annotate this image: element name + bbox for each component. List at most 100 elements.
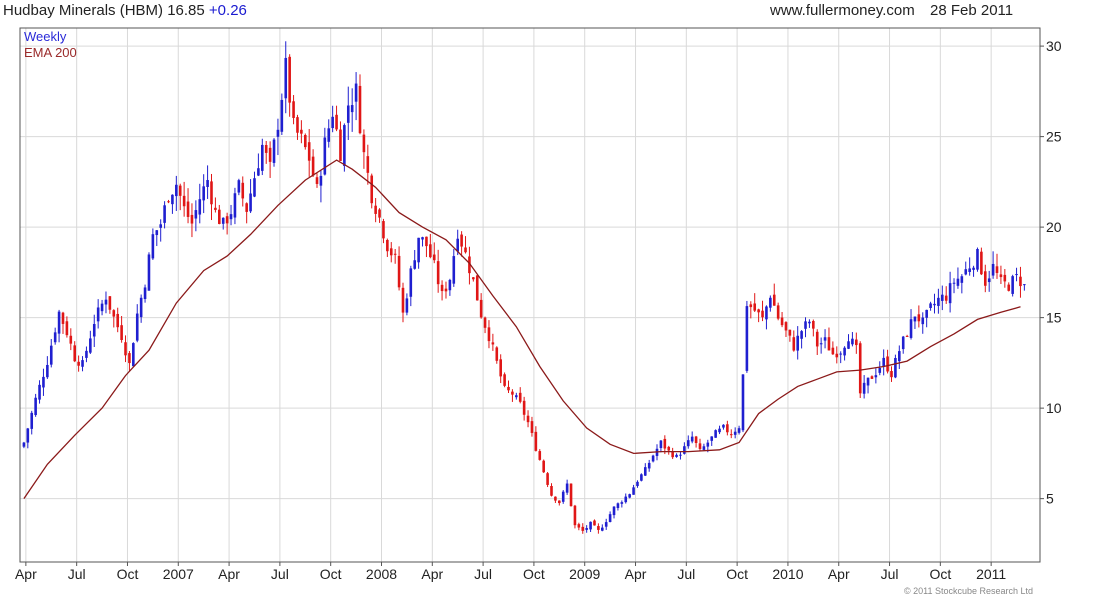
candle-down xyxy=(870,376,874,379)
candle-down xyxy=(444,288,448,292)
candle-down xyxy=(597,526,600,530)
candle-up xyxy=(22,442,26,447)
candle-up xyxy=(628,494,631,498)
candle-down xyxy=(432,254,436,261)
x-tick-label: 2009 xyxy=(569,566,600,582)
candle-up xyxy=(702,446,706,450)
candle-up xyxy=(409,268,413,297)
candle-down xyxy=(108,296,112,310)
candle-up xyxy=(151,234,155,259)
candle-up xyxy=(987,278,991,283)
candle-down xyxy=(397,255,401,288)
candle-up xyxy=(260,144,264,171)
candle-down xyxy=(440,284,444,292)
candle-down xyxy=(749,304,753,308)
candle-down xyxy=(210,181,213,205)
candle-up xyxy=(632,487,635,495)
x-tick-label: Oct xyxy=(117,566,139,582)
candle-down xyxy=(526,415,530,423)
candle-down xyxy=(178,185,182,196)
candle-down xyxy=(577,524,581,528)
candle-up xyxy=(796,335,800,351)
candle-up xyxy=(233,193,237,218)
candle-down xyxy=(980,251,983,275)
candle-up xyxy=(659,440,663,449)
candle-down xyxy=(296,117,299,133)
candle-up xyxy=(143,287,147,299)
grid-lines xyxy=(20,28,1040,562)
chart-legend: Weekly EMA 200 xyxy=(24,29,77,61)
candle-down xyxy=(382,221,385,239)
candle-up xyxy=(417,237,420,263)
y-tick-label: 25 xyxy=(1046,129,1062,145)
y-tick-label: 15 xyxy=(1046,310,1062,326)
candle-up xyxy=(643,467,647,476)
candle-up xyxy=(612,506,616,516)
candle-down xyxy=(307,142,311,161)
candle-up xyxy=(647,462,651,469)
plot-border xyxy=(19,27,1041,563)
candle-up xyxy=(1015,274,1018,276)
y-axis: 5 10 15 20 25 30 xyxy=(1040,38,1062,507)
candle-down xyxy=(729,434,733,436)
candle-up xyxy=(346,105,350,123)
candle-up xyxy=(155,230,159,236)
candle-up xyxy=(89,338,92,353)
candle-up xyxy=(706,442,710,447)
candle-up xyxy=(901,336,905,350)
candle-down xyxy=(429,244,432,258)
y-tick-label: 30 xyxy=(1046,38,1062,54)
candle-up xyxy=(100,303,104,312)
candle-down xyxy=(792,337,796,351)
candle-down xyxy=(315,177,319,184)
candle-up xyxy=(104,299,108,305)
candle-down xyxy=(815,331,819,347)
candle-down xyxy=(436,261,440,285)
candle-down xyxy=(120,325,123,341)
legend-weekly: Weekly xyxy=(24,29,67,44)
candlestick-chart: 51015202530 Apr Jul Oct 2007 Apr Jul Oct 2008 Ap… xyxy=(15,27,1062,582)
candle-up xyxy=(976,249,979,270)
candle-up xyxy=(171,194,174,205)
candle-down xyxy=(112,310,116,317)
candle-down xyxy=(182,195,186,207)
candle-up xyxy=(972,267,975,270)
candle-up xyxy=(679,454,682,456)
candle-up xyxy=(620,502,624,504)
candle-down xyxy=(292,101,295,118)
candle-down xyxy=(370,175,374,204)
candle-down xyxy=(518,392,522,402)
candle-up xyxy=(710,436,714,441)
candle-up xyxy=(319,175,323,186)
candle-down xyxy=(288,56,291,103)
ema-200-line xyxy=(23,159,1021,499)
candle-down xyxy=(905,335,909,337)
candle-down xyxy=(667,446,671,451)
candle-up xyxy=(866,377,870,386)
candle-up xyxy=(159,224,162,228)
candle-up xyxy=(819,343,823,345)
candle-up xyxy=(769,297,772,308)
candle-up xyxy=(636,481,639,487)
candle-up xyxy=(327,128,331,142)
candle-down xyxy=(186,201,190,217)
candle-down xyxy=(944,295,948,301)
candle-down xyxy=(886,356,889,372)
candle-down xyxy=(339,129,342,161)
candle-down xyxy=(788,329,792,336)
candle-up xyxy=(940,294,944,301)
candle-down xyxy=(77,361,80,366)
candle-down xyxy=(753,303,757,311)
candle-down xyxy=(698,443,702,449)
copyright-credit: © 2011 Stockcube Research Ltd xyxy=(904,586,1034,596)
candle-down xyxy=(511,391,514,395)
candle-up xyxy=(714,430,717,438)
candle-up xyxy=(135,313,139,341)
candle-up xyxy=(600,527,604,531)
candle-down xyxy=(776,305,780,319)
candle-down xyxy=(311,156,315,176)
candle-up xyxy=(745,306,749,371)
x-tick-label: 2008 xyxy=(366,566,397,582)
candle-up xyxy=(1023,284,1026,286)
candle-down xyxy=(366,156,370,173)
